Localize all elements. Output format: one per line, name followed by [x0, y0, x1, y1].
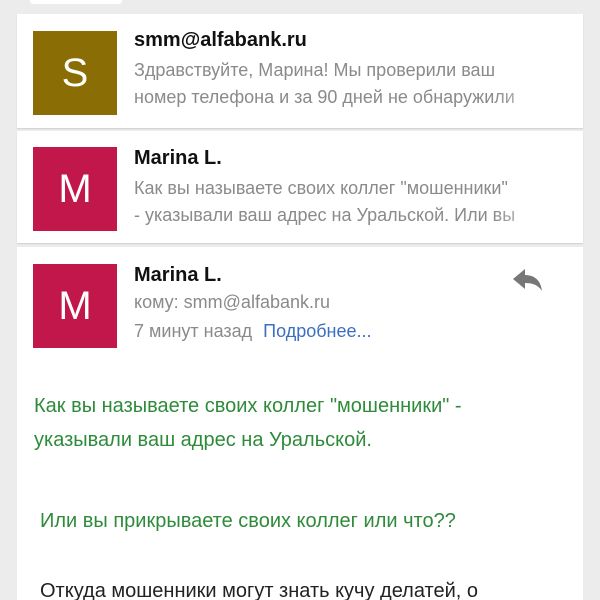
avatar: M [33, 264, 117, 348]
message-time-row: 7 минут назад Подробнее... [134, 321, 372, 342]
reply-button[interactable] [507, 263, 547, 297]
message-time: 7 минут назад [134, 321, 253, 341]
recipient-line: кому: smm@alfabank.ru [134, 292, 330, 312]
message-body-line: Как вы называете своих коллег "мошенники… [34, 395, 462, 417]
open-message: M Marina L. кому: smm@alfabank.ru 7 мину… [17, 247, 583, 600]
top-tab-edge [30, 0, 122, 4]
message-body-line: Или вы прикрываете своих коллег или что?… [40, 510, 456, 532]
snippet-line: Здравствуйте, Марина! Мы проверили ваш [134, 60, 496, 80]
thread-item-smm[interactable]: S smm@alfabank.ru Здравствуйте, Марина! … [17, 14, 583, 128]
details-link[interactable]: Подробнее... [263, 321, 371, 341]
reply-icon [513, 269, 542, 291]
top-strip [0, 0, 600, 14]
snippet-line: Как вы называете своих коллег "мошенники… [134, 178, 508, 198]
thread-sender: Marina L. [134, 147, 222, 169]
snippet-fade [493, 202, 583, 229]
avatar: S [33, 31, 117, 115]
thread-sender: smm@alfabank.ru [134, 29, 307, 51]
snippet-fade [493, 84, 583, 111]
avatar: M [33, 147, 117, 231]
message-body-line: Откуда мошенники могут знать кучу делате… [40, 580, 478, 600]
thread-item-marina[interactable]: M Marina L. Как вы называете своих колле… [17, 131, 583, 243]
message-body-line: указывали ваш адрес на Уральской. [34, 429, 372, 451]
message-sender: Marina L. [134, 264, 222, 286]
